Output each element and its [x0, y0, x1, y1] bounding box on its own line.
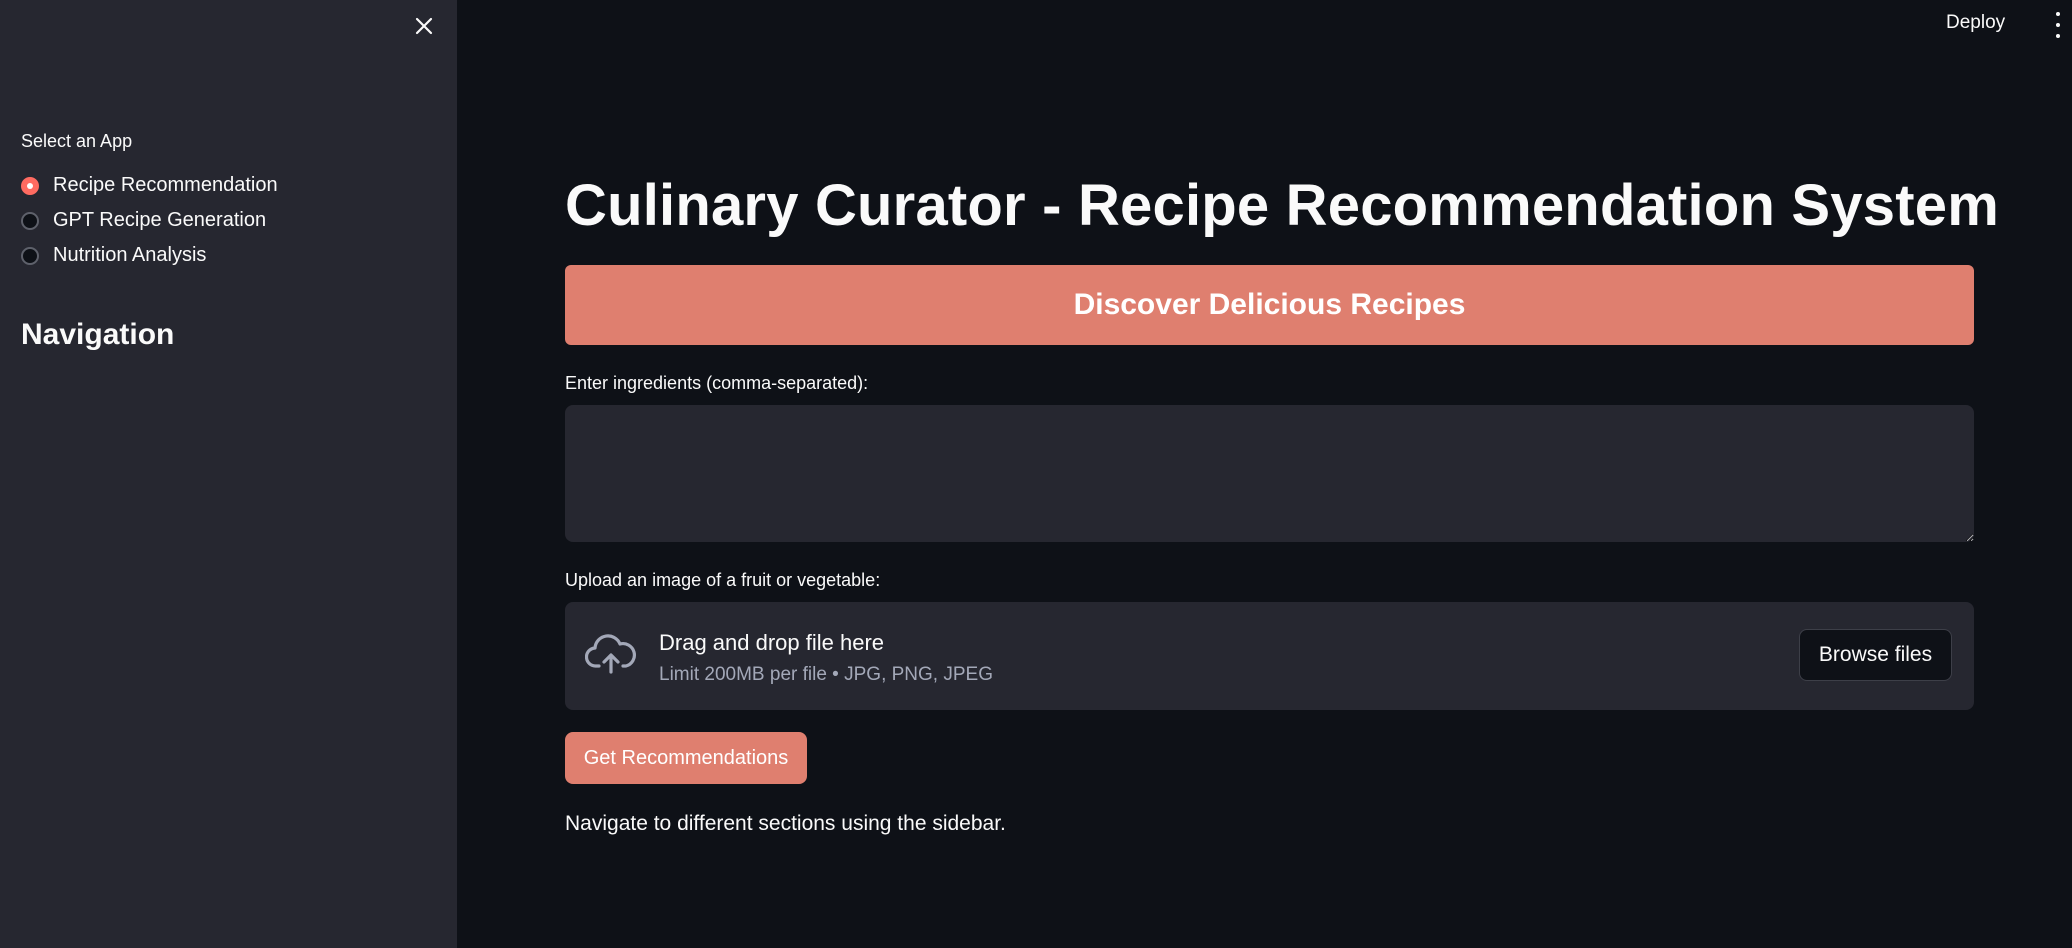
app-radio-group: Recipe Recommendation GPT Recipe Generat…: [21, 168, 278, 273]
radio-option-label: Nutrition Analysis: [53, 244, 207, 266]
browse-files-button[interactable]: Browse files: [1799, 629, 1952, 681]
close-icon: [415, 17, 433, 35]
upload-label: Upload an image of a fruit or vegetable:: [565, 570, 881, 590]
navigation-heading: Navigation: [21, 318, 175, 351]
radio-option-label: Recipe Recommendation: [53, 174, 278, 196]
radio-option-label: GPT Recipe Generation: [53, 209, 267, 231]
radio-checked-icon[interactable]: [21, 176, 39, 195]
radio-option-recipe-recommendation[interactable]: Recipe Recommendation: [21, 168, 278, 203]
page-title: Culinary Curator - Recipe Recommendation…: [565, 173, 1999, 238]
radio-unchecked-icon[interactable]: [21, 246, 39, 265]
sidebar: Select an App Recipe Recommendation GPT …: [0, 0, 457, 948]
radio-option-nutrition-analysis[interactable]: Nutrition Analysis: [21, 238, 278, 273]
file-dropzone[interactable]: Drag and drop file here Limit 200MB per …: [565, 602, 1974, 710]
menu-dot: [2056, 34, 2060, 38]
navigation-hint-text: Navigate to different sections using the…: [565, 812, 1006, 835]
banner-heading: Discover Delicious Recipes: [565, 265, 1974, 345]
dropzone-title: Drag and drop file here: [659, 630, 885, 655]
select-app-label: Select an App: [21, 131, 133, 151]
ingredients-label: Enter ingredients (comma-separated):: [565, 373, 869, 393]
get-recommendations-button[interactable]: Get Recommendations: [565, 732, 807, 784]
menu-dot: [2056, 23, 2060, 27]
deploy-button[interactable]: Deploy: [1946, 12, 2005, 34]
cloud-upload-icon: [585, 634, 636, 674]
dropzone-subtitle: Limit 200MB per file • JPG, PNG, JPEG: [659, 664, 993, 685]
menu-dot: [2056, 12, 2060, 16]
close-sidebar-button[interactable]: [410, 12, 438, 40]
ingredients-input[interactable]: [565, 405, 1974, 542]
radio-option-gpt-recipe-generation[interactable]: GPT Recipe Generation: [21, 203, 278, 238]
radio-unchecked-icon[interactable]: [21, 211, 39, 230]
kebab-menu-icon[interactable]: [2052, 12, 2064, 38]
